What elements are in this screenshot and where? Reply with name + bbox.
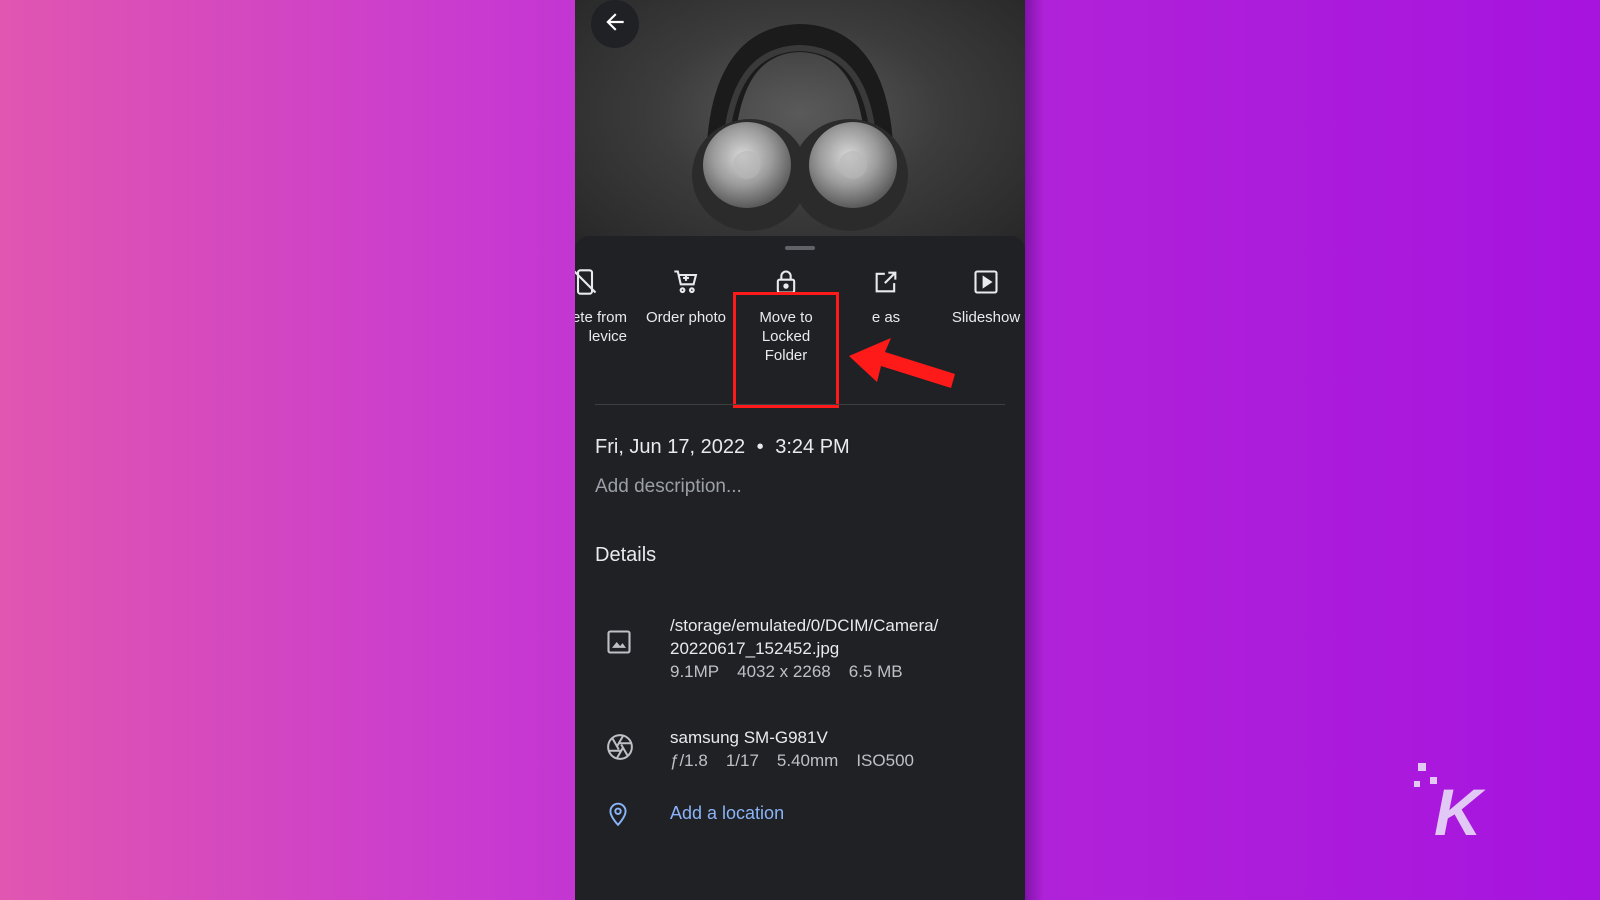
phone-off-icon [575, 266, 635, 298]
slideshow-button[interactable]: Slideshow [936, 266, 1025, 327]
camera-focal-length: 5.40mm [776, 751, 839, 770]
play-box-icon [936, 266, 1025, 298]
red-arrow-annotation [849, 338, 955, 388]
delete-from-device-button[interactable]: ete from levice [575, 266, 635, 346]
photo-preview [575, 0, 1025, 250]
file-size: 6.5 MB [848, 662, 903, 681]
details-heading: Details [595, 544, 657, 566]
camera-shutter: 1/17 [725, 751, 759, 770]
phone-screen: ete from levice Order photo Move to Lock… [575, 0, 1025, 900]
file-meta: 9.1MP 4032 x 2268 6.5 MB [670, 660, 938, 683]
order-photo-button[interactable]: Order photo [636, 266, 736, 327]
action-label-order: Order photo [645, 309, 727, 326]
file-megapixels: 9.1MP [670, 662, 720, 681]
camera-model: samsung SM-G981V [670, 728, 828, 747]
back-button[interactable] [591, 0, 639, 48]
action-row: ete from levice Order photo Move to Lock… [575, 266, 1025, 408]
drag-handle[interactable] [785, 246, 815, 250]
file-path-line2: 20220617_152452.jpg [670, 639, 840, 658]
arrow-left-icon [602, 9, 628, 40]
date-separator: • [756, 436, 764, 458]
file-path-line1: /storage/emulated/0/DCIM/Camera/ [670, 616, 939, 635]
camera-iso: ISO500 [856, 751, 914, 770]
action-label-use-as: e as [871, 309, 901, 326]
cart-icon [636, 266, 736, 298]
photo-time: 3:24 PM [775, 436, 850, 458]
camera-aperture: ƒ/1.8 [670, 751, 708, 770]
info-sheet: ete from levice Order photo Move to Lock… [575, 236, 1025, 900]
photo-datetime: Fri, Jun 17, 2022 • 3:24 PM [595, 436, 850, 459]
file-resolution: 4032 x 2268 [737, 662, 831, 681]
headphones-image [692, 23, 908, 231]
action-label-slideshow: Slideshow [951, 309, 1021, 326]
site-logo: K [1414, 763, 1486, 845]
open-external-icon [836, 266, 936, 298]
divider [595, 404, 1005, 405]
map-pin-icon [605, 800, 631, 833]
lock-icon [736, 266, 836, 298]
aperture-icon [605, 732, 635, 767]
logo-letter: K [1434, 775, 1486, 845]
photo-date: Fri, Jun 17, 2022 [595, 436, 746, 458]
use-as-button[interactable]: e as [836, 266, 936, 327]
add-location-link[interactable]: Add a location [670, 803, 784, 823]
image-icon [605, 628, 633, 661]
description-input[interactable]: Add description... [595, 476, 742, 498]
move-to-locked-folder-button[interactable]: Move to Locked Folder [736, 266, 836, 365]
camera-meta: ƒ/1.8 1/17 5.40mm ISO500 [670, 749, 932, 772]
action-label-locked-folder: Move to Locked Folder [759, 309, 813, 364]
action-label-delete: ete from levice [575, 309, 627, 345]
